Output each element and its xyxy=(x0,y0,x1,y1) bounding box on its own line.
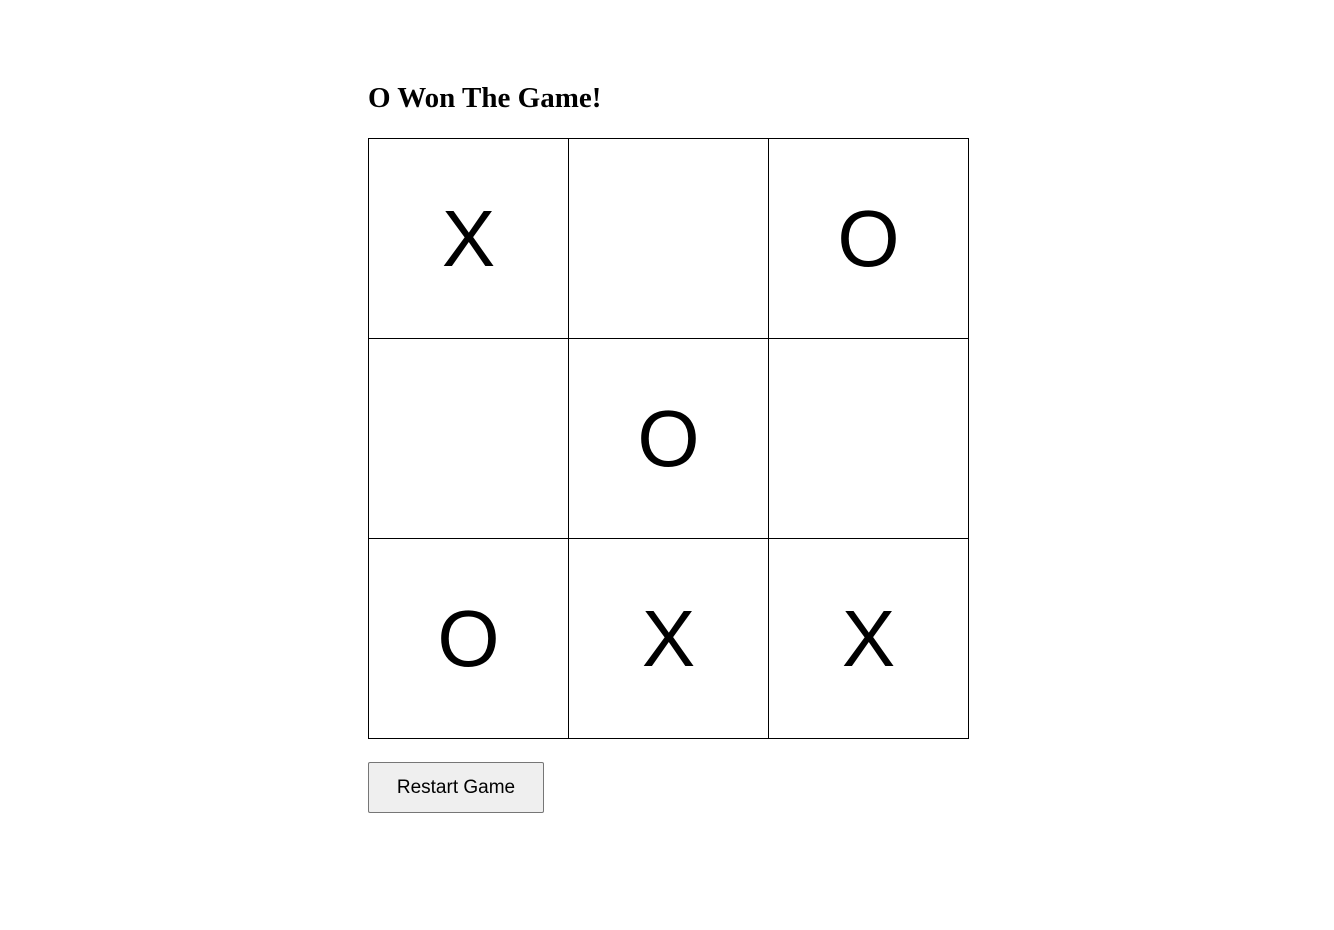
board-cell-1[interactable]: X xyxy=(368,138,569,339)
board-cell-5[interactable]: O xyxy=(568,338,769,539)
game-board: X O O O X X xyxy=(368,138,969,739)
board-cell-2[interactable] xyxy=(568,138,769,339)
board-cell-8[interactable]: X xyxy=(568,538,769,739)
board-cell-9[interactable]: X xyxy=(768,538,969,739)
game-status: O Won The Game! xyxy=(368,82,602,114)
game-container: O Won The Game! X O O O X X Restart Game xyxy=(368,76,969,813)
board-cell-6[interactable] xyxy=(768,338,969,539)
board-cell-7[interactable]: O xyxy=(368,538,569,739)
board-cell-4[interactable] xyxy=(368,338,569,539)
restart-game-button[interactable]: Restart Game xyxy=(368,762,544,813)
board-cell-3[interactable]: O xyxy=(768,138,969,339)
